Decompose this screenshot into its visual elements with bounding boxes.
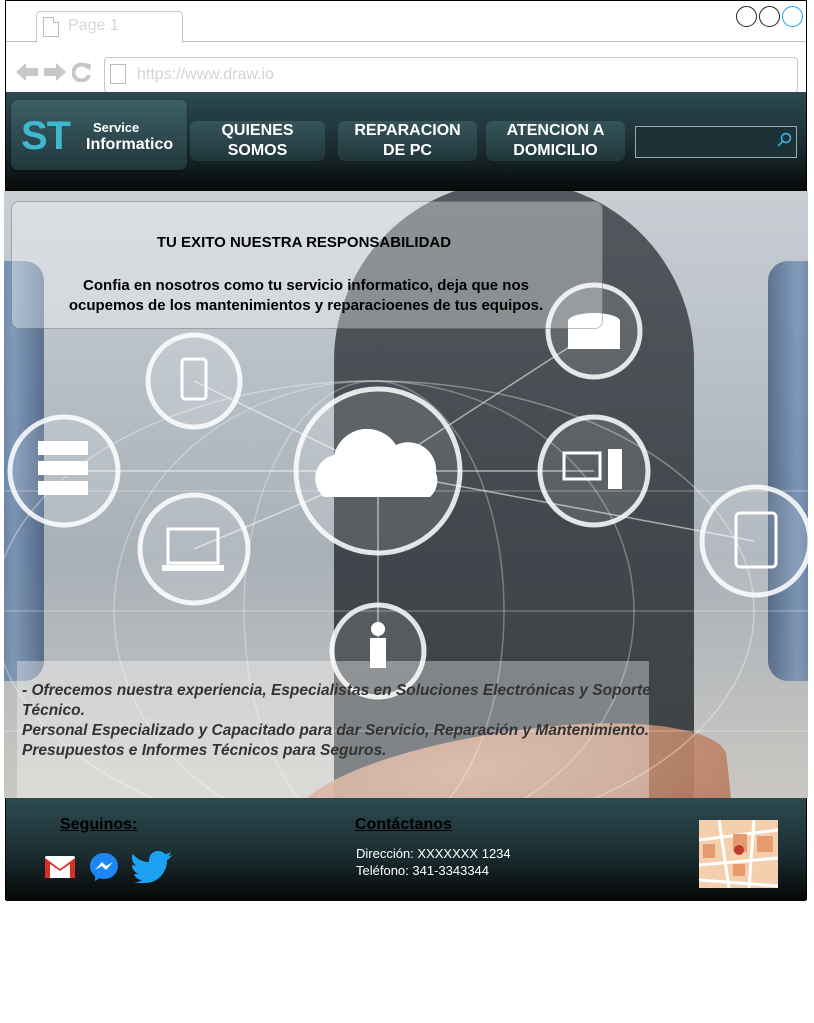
address-bar-area: https://www.draw.io [6,42,806,93]
nav-label-line: DE PC [383,142,432,159]
contact-details: Dirección: XXXXXXX 1234 Teléfono: 341-33… [356,845,511,879]
url-field[interactable]: https://www.draw.io [104,57,798,93]
map-thumbnail[interactable] [699,820,778,888]
tab-bar: Page 1 [6,1,806,43]
service-line-2: Personal Especializado y Capacitado para… [22,722,650,739]
twitter-icon[interactable] [132,851,174,883]
minimize-button[interactable] [736,6,757,27]
nav-reparacion-de-pc[interactable]: REPARACION DE PC [338,121,477,161]
nav-label-line: SOMOS [227,142,288,159]
social-links [44,851,174,883]
back-arrow-icon[interactable] [16,62,38,82]
hero-subtitle-line-2: ocupemos de los mantenimientos y reparac… [68,297,544,314]
messenger-icon[interactable] [88,851,120,883]
tab-label: Page 1 [68,17,119,34]
site-header: ST Service Informatico QUIENES SOMOS REPA… [6,92,806,191]
hero-subtitle-line-1: Confia en nosotros como tu servicio info… [83,277,529,294]
nav-controls [16,62,92,82]
contact-heading: Contáctanos [355,816,452,833]
page-icon [110,64,126,84]
address-text: Dirección: XXXXXXX 1234 [356,846,511,861]
hero-headline: TU EXITO NUESTRA RESPONSABILIDAD [156,234,452,251]
service-line-1: - Ofrecemos nuestra experiencia, Especia… [22,682,651,719]
browser-window: Page 1 https://www.draw.io ST Service In… [4,0,808,901]
services-text: - Ofrecemos nuestra experiencia, Especia… [22,681,652,761]
logo-mark: ST [21,114,71,158]
service-line-3: Presupuestos e Informes Técnicos para Se… [22,742,387,759]
close-button[interactable] [782,6,803,27]
page-icon [43,17,59,37]
forward-arrow-icon[interactable] [44,62,66,82]
search-icon[interactable] [776,132,792,148]
phone-text[interactable]: Teléfono: 341-3343344 [356,862,511,879]
maximize-button[interactable] [759,6,780,27]
map-icon [699,820,778,888]
hero-banner: TU EXITO NUESTRA RESPONSABILIDAD Confia … [4,191,808,798]
url-text: https://www.draw.io [137,66,274,83]
logo-line-1: Service [93,120,140,135]
site-footer: Seguinos: Contáctanos Dirección: XXXXXXX… [6,798,806,901]
reload-icon[interactable] [72,62,92,82]
browser-tab[interactable]: Page 1 [36,11,183,43]
nav-label-line: REPARACION [354,122,461,139]
nav-label-line: QUIENES [221,122,294,139]
site-logo[interactable]: ST Service Informatico [11,100,187,170]
logo-line-2: Informatico [86,136,174,153]
nav-label-line: DOMICILIO [513,142,598,159]
nav-label-line: ATENCION A [506,122,605,139]
window-controls [736,6,803,27]
search-input[interactable] [635,126,797,158]
nav-atencion-a-domicilio[interactable]: ATENCION A DOMICILIO [486,121,625,161]
gmail-icon[interactable] [44,855,76,879]
hero-subtitle: Confia en nosotros como tu servicio info… [32,276,580,316]
nav-quienes-somos[interactable]: QUIENES SOMOS [190,121,325,161]
follow-us-heading: Seguinos: [60,816,138,833]
